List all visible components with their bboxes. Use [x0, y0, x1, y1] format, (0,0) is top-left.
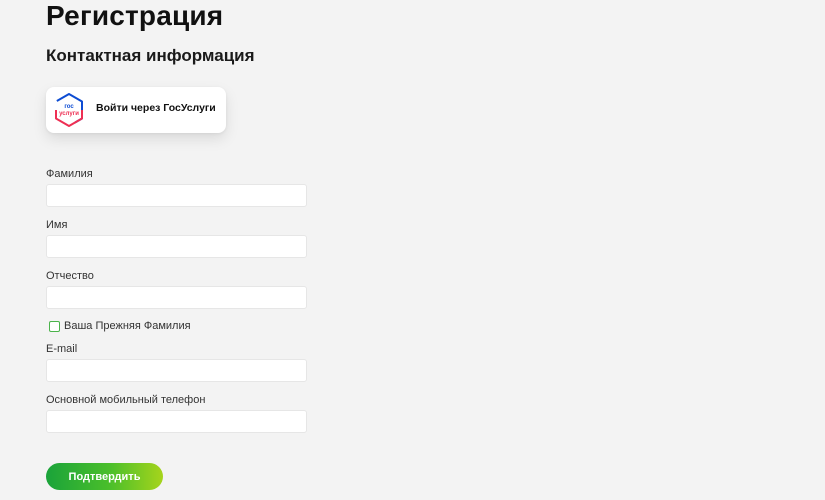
gosuslugi-logo-icon: гос услуги	[51, 92, 87, 128]
page-title: Регистрация	[46, 0, 224, 31]
patronymic-input[interactable]	[46, 286, 307, 309]
gosuslugi-logo-text-bottom: услуги	[59, 111, 79, 117]
previous-last-name-label: Ваша Прежняя Фамилия	[64, 320, 191, 332]
email-input[interactable]	[46, 359, 307, 382]
last-name-label: Фамилия	[46, 168, 93, 180]
mobile-phone-label: Основной мобильный телефон	[46, 394, 206, 406]
submit-button[interactable]: Подтвердить	[46, 463, 163, 490]
patronymic-label: Отчество	[46, 270, 94, 282]
first-name-input[interactable]	[46, 235, 307, 258]
gosuslugi-login-label: Войти через ГосУслуги	[96, 102, 216, 114]
gosuslugi-login-button[interactable]: гос услуги Войти через ГосУслуги	[46, 87, 226, 133]
previous-last-name-checkbox[interactable]	[49, 320, 60, 332]
first-name-label: Имя	[46, 219, 68, 231]
mobile-phone-input[interactable]	[46, 410, 307, 433]
previous-last-name-checkbox-row[interactable]: Ваша Прежняя Фамилия	[49, 319, 191, 333]
gosuslugi-logo-text-top: гос	[64, 104, 74, 110]
last-name-input[interactable]	[46, 184, 307, 207]
email-label: E-mail	[46, 343, 78, 355]
section-title: Контактная информация	[46, 46, 255, 65]
